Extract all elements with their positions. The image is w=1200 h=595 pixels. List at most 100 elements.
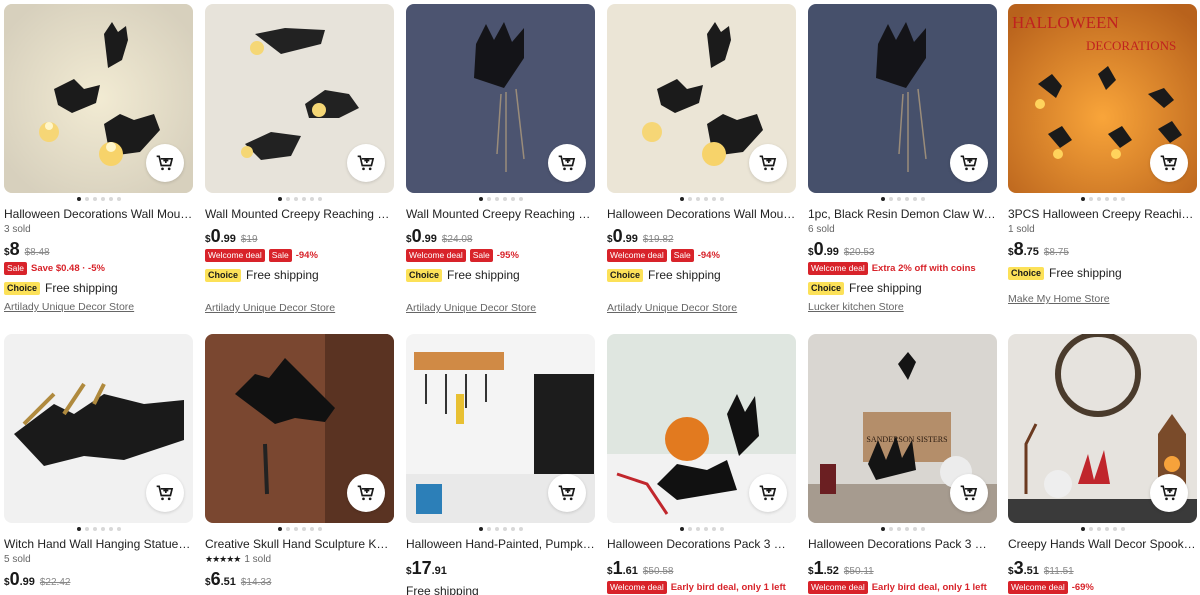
original-price: $50.11 bbox=[843, 566, 874, 577]
product-title[interactable]: Witch Hand Wall Hanging Statue Resin bbox=[4, 536, 193, 552]
product-card[interactable]: Halloween Decorations Pack 3 Wall Hands … bbox=[607, 334, 796, 594]
current-price: $1.52 bbox=[808, 558, 839, 578]
product-title[interactable]: Creepy Hands Wall Decor Spooky Halloween bbox=[1008, 536, 1197, 552]
store-link[interactable]: Artilady Unique Decor Store bbox=[4, 301, 193, 315]
shipping-text: Free shipping bbox=[406, 584, 479, 595]
store-link[interactable]: Lucker kitchen Store bbox=[808, 301, 997, 315]
image-carousel-dots[interactable] bbox=[808, 194, 997, 203]
promo-line: Welcome deal Sale -95% bbox=[406, 248, 595, 262]
image-carousel-dots[interactable] bbox=[205, 524, 394, 533]
product-title[interactable]: Creative Skull Hand Sculpture Key Storag… bbox=[205, 536, 394, 552]
image-carousel-dots[interactable] bbox=[205, 194, 394, 203]
add-to-cart-button[interactable] bbox=[146, 474, 184, 512]
welcome-deal-badge: Welcome deal bbox=[808, 261, 868, 275]
original-price: $14.33 bbox=[240, 577, 272, 588]
store-link[interactable]: Artilady Unique Decor Store bbox=[607, 302, 796, 316]
product-title[interactable]: Wall Mounted Creepy Reaching Hand bbox=[205, 206, 394, 222]
shipping-text: Free shipping bbox=[246, 268, 319, 282]
image-carousel-dots[interactable] bbox=[607, 524, 796, 533]
add-to-cart-icon bbox=[357, 485, 375, 501]
product-card[interactable]: Creepy Hands Wall Decor Spooky Halloween… bbox=[1008, 334, 1197, 594]
product-image[interactable] bbox=[205, 4, 394, 193]
image-carousel-dots[interactable] bbox=[808, 524, 997, 533]
welcome-deal-badge: Welcome deal bbox=[607, 248, 667, 262]
product-image[interactable] bbox=[4, 334, 193, 523]
sold-count: 3 sold bbox=[4, 224, 31, 235]
product-card[interactable]: HALLOWEEN DECORATIONS 3PCS Halloween Cre… bbox=[1008, 4, 1197, 307]
add-to-cart-button[interactable] bbox=[950, 474, 988, 512]
product-card[interactable]: Wall Mounted Creepy Reaching Hand $0.99 … bbox=[205, 4, 394, 316]
welcome-deal-badge: Welcome deal bbox=[808, 580, 868, 594]
product-image[interactable]: HALLOWEEN DECORATIONS bbox=[1008, 4, 1197, 193]
product-title[interactable]: Halloween Hand-Painted, Pumpkin Key Hold… bbox=[406, 536, 595, 552]
add-to-cart-button[interactable] bbox=[548, 474, 586, 512]
product-card[interactable]: SANDERSON SISTERS Halloween Decorations … bbox=[808, 334, 997, 594]
original-price: $19.82 bbox=[642, 234, 674, 245]
current-price: $0.99 bbox=[406, 226, 437, 246]
product-title[interactable]: Halloween Decorations Pack 3 Wall Hands bbox=[607, 536, 796, 552]
product-card[interactable]: 1pc, Black Resin Demon Claw Wall Hook 6 … bbox=[808, 4, 997, 315]
shipping-line: Choice Free shipping bbox=[607, 267, 796, 283]
add-to-cart-button[interactable] bbox=[146, 144, 184, 182]
image-carousel-dots[interactable] bbox=[406, 524, 595, 533]
product-image[interactable] bbox=[607, 334, 796, 523]
add-to-cart-button[interactable] bbox=[1150, 474, 1188, 512]
image-carousel-dots[interactable] bbox=[406, 194, 595, 203]
product-card[interactable]: Halloween Hand-Painted, Pumpkin Key Hold… bbox=[406, 334, 595, 595]
product-title[interactable]: Halloween Decorations Pack 3 Wall Hands bbox=[808, 536, 997, 552]
product-image[interactable] bbox=[607, 4, 796, 193]
store-link[interactable]: Artilady Unique Decor Store bbox=[406, 302, 595, 316]
original-price: $8.75 bbox=[1043, 247, 1069, 258]
promo-text: Early bird deal, only 1 left bbox=[871, 581, 987, 593]
rating-sold: ★★★★★ 1 sold bbox=[205, 553, 394, 566]
add-to-cart-button[interactable] bbox=[1150, 144, 1188, 182]
add-to-cart-icon bbox=[759, 485, 777, 501]
image-carousel-dots[interactable] bbox=[4, 194, 193, 203]
product-card[interactable]: Creative Skull Hand Sculpture Key Storag… bbox=[205, 334, 394, 589]
product-image[interactable] bbox=[205, 334, 394, 523]
product-image[interactable]: SANDERSON SISTERS bbox=[808, 334, 997, 523]
product-title[interactable]: Halloween Decorations Wall Mounted Creep… bbox=[607, 206, 796, 222]
product-card[interactable]: Witch Hand Wall Hanging Statue Resin 5 s… bbox=[4, 334, 193, 589]
store-link[interactable]: Artilady Unique Decor Store bbox=[205, 302, 394, 316]
product-card[interactable]: Halloween Decorations Wall Mounted Creep… bbox=[607, 4, 796, 316]
add-to-cart-button[interactable] bbox=[749, 144, 787, 182]
add-to-cart-icon bbox=[1160, 155, 1178, 171]
product-image[interactable] bbox=[406, 4, 595, 193]
product-card[interactable]: Wall Mounted Creepy Reaching Hand $0.99 … bbox=[406, 4, 595, 316]
add-to-cart-button[interactable] bbox=[347, 474, 385, 512]
choice-badge: Choice bbox=[1008, 266, 1045, 280]
add-to-cart-button[interactable] bbox=[749, 474, 787, 512]
product-image[interactable] bbox=[406, 334, 595, 523]
add-to-cart-button[interactable] bbox=[950, 144, 988, 182]
sold-count: 6 sold bbox=[808, 224, 835, 235]
shipping-text: Free shipping bbox=[648, 268, 721, 282]
original-price: $19 bbox=[240, 234, 258, 245]
product-title[interactable]: Halloween Decorations Wall Mounted Creep… bbox=[4, 206, 193, 222]
discount-text: -94% bbox=[697, 249, 720, 261]
add-to-cart-button[interactable] bbox=[347, 144, 385, 182]
discount-text: -95% bbox=[496, 249, 519, 261]
overlay-halloween: HALLOWEEN bbox=[1012, 13, 1119, 32]
product-title[interactable]: 3PCS Halloween Creepy Reaching Hands bbox=[1008, 206, 1197, 222]
product-image[interactable] bbox=[4, 4, 193, 193]
image-carousel-dots[interactable] bbox=[1008, 524, 1197, 533]
image-carousel-dots[interactable] bbox=[4, 524, 193, 533]
discount-text: -69% bbox=[1071, 581, 1094, 593]
discount-text: -94% bbox=[295, 249, 318, 261]
product-image[interactable] bbox=[808, 4, 997, 193]
add-to-cart-button[interactable] bbox=[548, 144, 586, 182]
promo-line: Welcome deal Early bird deal, only 1 lef… bbox=[808, 580, 997, 594]
promo-line: Sale Save $0.48 · -5% bbox=[4, 261, 193, 275]
sold-count: 5 sold bbox=[4, 554, 31, 565]
image-carousel-dots[interactable] bbox=[607, 194, 796, 203]
choice-badge: Choice bbox=[406, 268, 443, 282]
image-carousel-dots[interactable] bbox=[1008, 194, 1197, 203]
product-title[interactable]: 1pc, Black Resin Demon Claw Wall Hook bbox=[808, 206, 997, 222]
choice-badge: Choice bbox=[4, 281, 41, 295]
product-card[interactable]: Halloween Decorations Wall Mounted Creep… bbox=[4, 4, 193, 315]
product-title[interactable]: Wall Mounted Creepy Reaching Hand bbox=[406, 206, 595, 222]
product-image[interactable] bbox=[1008, 334, 1197, 523]
store-link[interactable]: Make My Home Store bbox=[1008, 293, 1197, 307]
current-price: $1.61 bbox=[607, 558, 638, 578]
